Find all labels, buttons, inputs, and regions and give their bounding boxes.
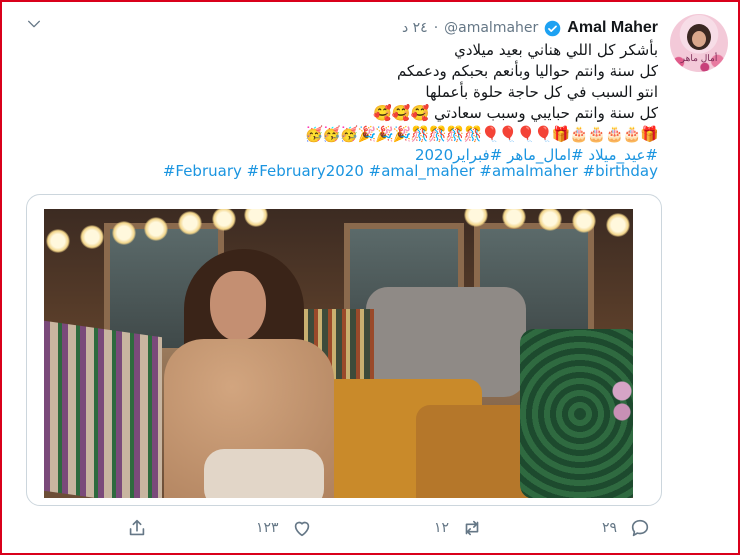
hashtags-english: #February #February2020 #amal_maher #ama… — [163, 162, 658, 180]
tweet-line: انتو السبب في كل حاجة حلوة بأعملها — [425, 83, 658, 101]
chevron-down-icon[interactable] — [26, 16, 42, 32]
tweet-card[interactable]: أمال ماهر ٢٤ د · @amalmaher Amal Maher ب… — [2, 2, 738, 553]
reply-icon — [631, 519, 649, 537]
string-light — [112, 221, 136, 245]
share-icon — [129, 519, 145, 536]
tweet-header: ٢٤ د · @amalmaher Amal Maher — [402, 18, 658, 38]
hashtag-link[interactable]: #amal_maher — [369, 162, 475, 180]
photo-person — [164, 249, 334, 498]
share-button[interactable] — [126, 514, 148, 542]
author-name[interactable]: Amal Maher — [567, 19, 658, 37]
string-light — [572, 209, 596, 233]
avatar-logo-text: أمال ماهر — [680, 54, 718, 64]
verified-badge-icon — [545, 20, 561, 36]
like-button[interactable]: ١٢٣ — [256, 514, 313, 542]
string-light — [46, 229, 70, 253]
string-light — [144, 217, 168, 241]
hashtag-link[interactable]: #birthday — [583, 162, 658, 180]
hashtag-link[interactable]: #February — [163, 162, 242, 180]
hashtag-link[interactable]: #amalmaher — [479, 162, 577, 180]
emoji-line: 🎁🎂🎂🎂🎂🎁🎈🎈🎈🎈🎊🎊🎊🎊🎉🎉🎉🥳🥳🥳 — [304, 125, 659, 143]
person-pants — [204, 449, 324, 498]
header-separator: · — [433, 20, 439, 36]
tweet-photo[interactable] — [44, 209, 633, 498]
tweet-actions: ٢٩ ١٢ ١٢٣ — [2, 514, 738, 542]
tweet-line-text: كل سنة وانتم حبايبي وسبب سعادتي — [434, 104, 658, 122]
retweet-button[interactable]: ١٢ — [434, 514, 483, 542]
person-face — [210, 271, 266, 341]
string-light — [80, 225, 104, 249]
avatar[interactable]: أمال ماهر — [670, 14, 728, 72]
tweet-line: كل سنة وانتم حبايبي وسبب سعادتي 🥰🥰🥰 — [98, 103, 658, 124]
string-light — [178, 211, 202, 235]
reply-count: ٢٩ — [602, 520, 618, 536]
retweet-count: ١٢ — [434, 520, 450, 536]
tweet-line: كل سنة وانتم حواليا وبأنعم بحبكم ودعمكم — [396, 62, 658, 80]
photo-flower — [611, 379, 633, 439]
reply-button[interactable]: ٢٩ — [602, 514, 651, 542]
heart-icon — [294, 521, 309, 537]
retweet-icon — [465, 520, 479, 536]
author-handle[interactable]: @amalmaher — [444, 20, 538, 36]
pillow-tartan — [44, 320, 162, 498]
string-light — [244, 209, 268, 227]
media-card[interactable] — [26, 194, 662, 506]
like-count: ١٢٣ — [256, 520, 279, 536]
tweet-text: بأشكر كل اللي هناني بعيد ميلادي كل سنة و… — [98, 40, 659, 166]
string-light — [606, 213, 630, 237]
tweet-line: بأشكر كل اللي هناني بعيد ميلادي — [454, 41, 658, 59]
hashtag-link[interactable]: #February2020 — [247, 162, 364, 180]
avatar-portrait — [687, 24, 711, 50]
tweet-timestamp[interactable]: ٢٤ د — [402, 20, 428, 36]
emoji-group: 🥰🥰🥰 — [373, 104, 430, 122]
string-light — [212, 209, 236, 231]
